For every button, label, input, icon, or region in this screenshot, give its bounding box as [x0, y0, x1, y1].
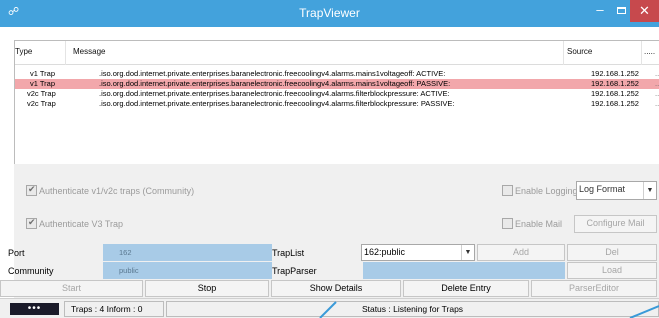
parser-editor-button[interactable]: ParserEditor	[531, 280, 657, 297]
enable-logging-checkbox[interactable]	[502, 185, 513, 196]
column-divider[interactable]	[563, 41, 564, 65]
delete-traplist-button[interactable]: Del	[567, 244, 657, 261]
log-format-value: Log Format	[579, 184, 626, 194]
maximize-icon[interactable]	[612, 2, 630, 20]
enable-mail-label: Enable Mail	[515, 219, 563, 229]
community-field[interactable]: public	[103, 262, 272, 279]
chevron-down-icon[interactable]: ▼	[461, 245, 474, 260]
table-row[interactable]: v2c Trap .iso.org.dod.internet.private.e…	[15, 99, 659, 109]
traplist-label: TrapList	[272, 248, 305, 258]
table-row[interactable]: v2c Trap .iso.org.dod.internet.private.e…	[15, 89, 659, 99]
cell-source: 192.168.1.252	[591, 69, 639, 78]
column-header-type[interactable]: Type	[15, 47, 32, 56]
column-divider[interactable]	[65, 41, 66, 65]
delete-entry-button[interactable]: Delete Entry	[403, 280, 529, 297]
port-field[interactable]: 162	[103, 244, 272, 261]
table-header: Type Message Source .....	[15, 41, 659, 65]
trapparser-field[interactable]	[363, 262, 565, 279]
cell-type: v2c Trap	[27, 99, 56, 108]
cell-source: 192.168.1.252	[591, 89, 639, 98]
auth-v3-label: Authenticate V3 Trap	[39, 219, 124, 229]
close-icon[interactable]: ✕	[630, 0, 659, 22]
cell-message: .iso.org.dod.internet.private.enterprise…	[99, 89, 450, 98]
cell-type: v1 Trap	[30, 69, 56, 78]
add-button[interactable]: Add	[477, 244, 565, 261]
cell-type: v2c Trap	[27, 89, 56, 98]
table-row[interactable]: v1 Trap .iso.org.dod.internet.private.en…	[15, 69, 659, 79]
cell-extra: ......	[655, 79, 659, 88]
auth-v1v2c-checkbox[interactable]	[26, 184, 37, 196]
cell-extra: ......	[655, 99, 659, 108]
enable-logging-label: Enable Logging	[515, 186, 578, 196]
auth-v1v2c-label: Authenticate v1/v2c traps (Community)	[39, 186, 195, 196]
trap-count: Traps : 4 Inform : 0	[64, 301, 164, 317]
trapparser-label: TrapParser	[272, 266, 317, 276]
column-header-extra[interactable]: .....	[644, 47, 655, 56]
cell-extra: ......	[655, 69, 659, 78]
table-row-selected[interactable]: v1 Trap .iso.org.dod.internet.private.en…	[15, 79, 659, 89]
traplist-value: 162:public	[364, 247, 406, 257]
column-divider[interactable]	[641, 41, 642, 65]
cell-source: 192.168.1.252	[591, 79, 639, 88]
community-label: Community	[8, 266, 54, 276]
status-bar: ••• Traps : 4 Inform : 0 Status : Listen…	[0, 298, 659, 318]
control-panel: Authenticate v1/v2c traps (Community) En…	[0, 164, 659, 318]
more-options-icon[interactable]: •••	[10, 303, 59, 315]
cell-message: .iso.org.dod.internet.private.enterprise…	[99, 79, 451, 88]
port-label: Port	[8, 248, 25, 258]
column-header-source[interactable]: Source	[567, 47, 592, 56]
traplist-select[interactable]: 162:public ▼	[361, 244, 475, 261]
load-button[interactable]: Load	[567, 262, 657, 279]
column-header-message[interactable]: Message	[73, 47, 105, 56]
cell-type: v1 Trap	[30, 79, 56, 88]
auth-v3-checkbox[interactable]	[26, 217, 37, 229]
stop-button[interactable]: Stop	[145, 280, 269, 297]
configure-mail-button[interactable]: Configure Mail	[574, 215, 657, 233]
show-details-button[interactable]: Show Details	[271, 280, 401, 297]
window-title: TrapViewer	[299, 6, 360, 20]
status-text: Status : Listening for Traps	[166, 301, 659, 317]
trap-table[interactable]: Type Message Source ..... v1 Trap .iso.o…	[14, 40, 659, 164]
log-format-select[interactable]: Log Format ▼	[576, 181, 657, 200]
title-bar[interactable]: ☍ TrapViewer – ✕	[0, 0, 659, 27]
cell-source: 192.168.1.252	[591, 99, 639, 108]
cell-message: .iso.org.dod.internet.private.enterprise…	[99, 99, 455, 108]
chevron-down-icon[interactable]: ▼	[643, 182, 656, 199]
enable-mail-checkbox[interactable]	[502, 218, 513, 229]
start-button[interactable]: Start	[0, 280, 143, 297]
cell-extra: ......	[655, 89, 659, 98]
cell-message: .iso.org.dod.internet.private.enterprise…	[99, 69, 446, 78]
minimize-icon[interactable]: –	[590, 2, 610, 20]
